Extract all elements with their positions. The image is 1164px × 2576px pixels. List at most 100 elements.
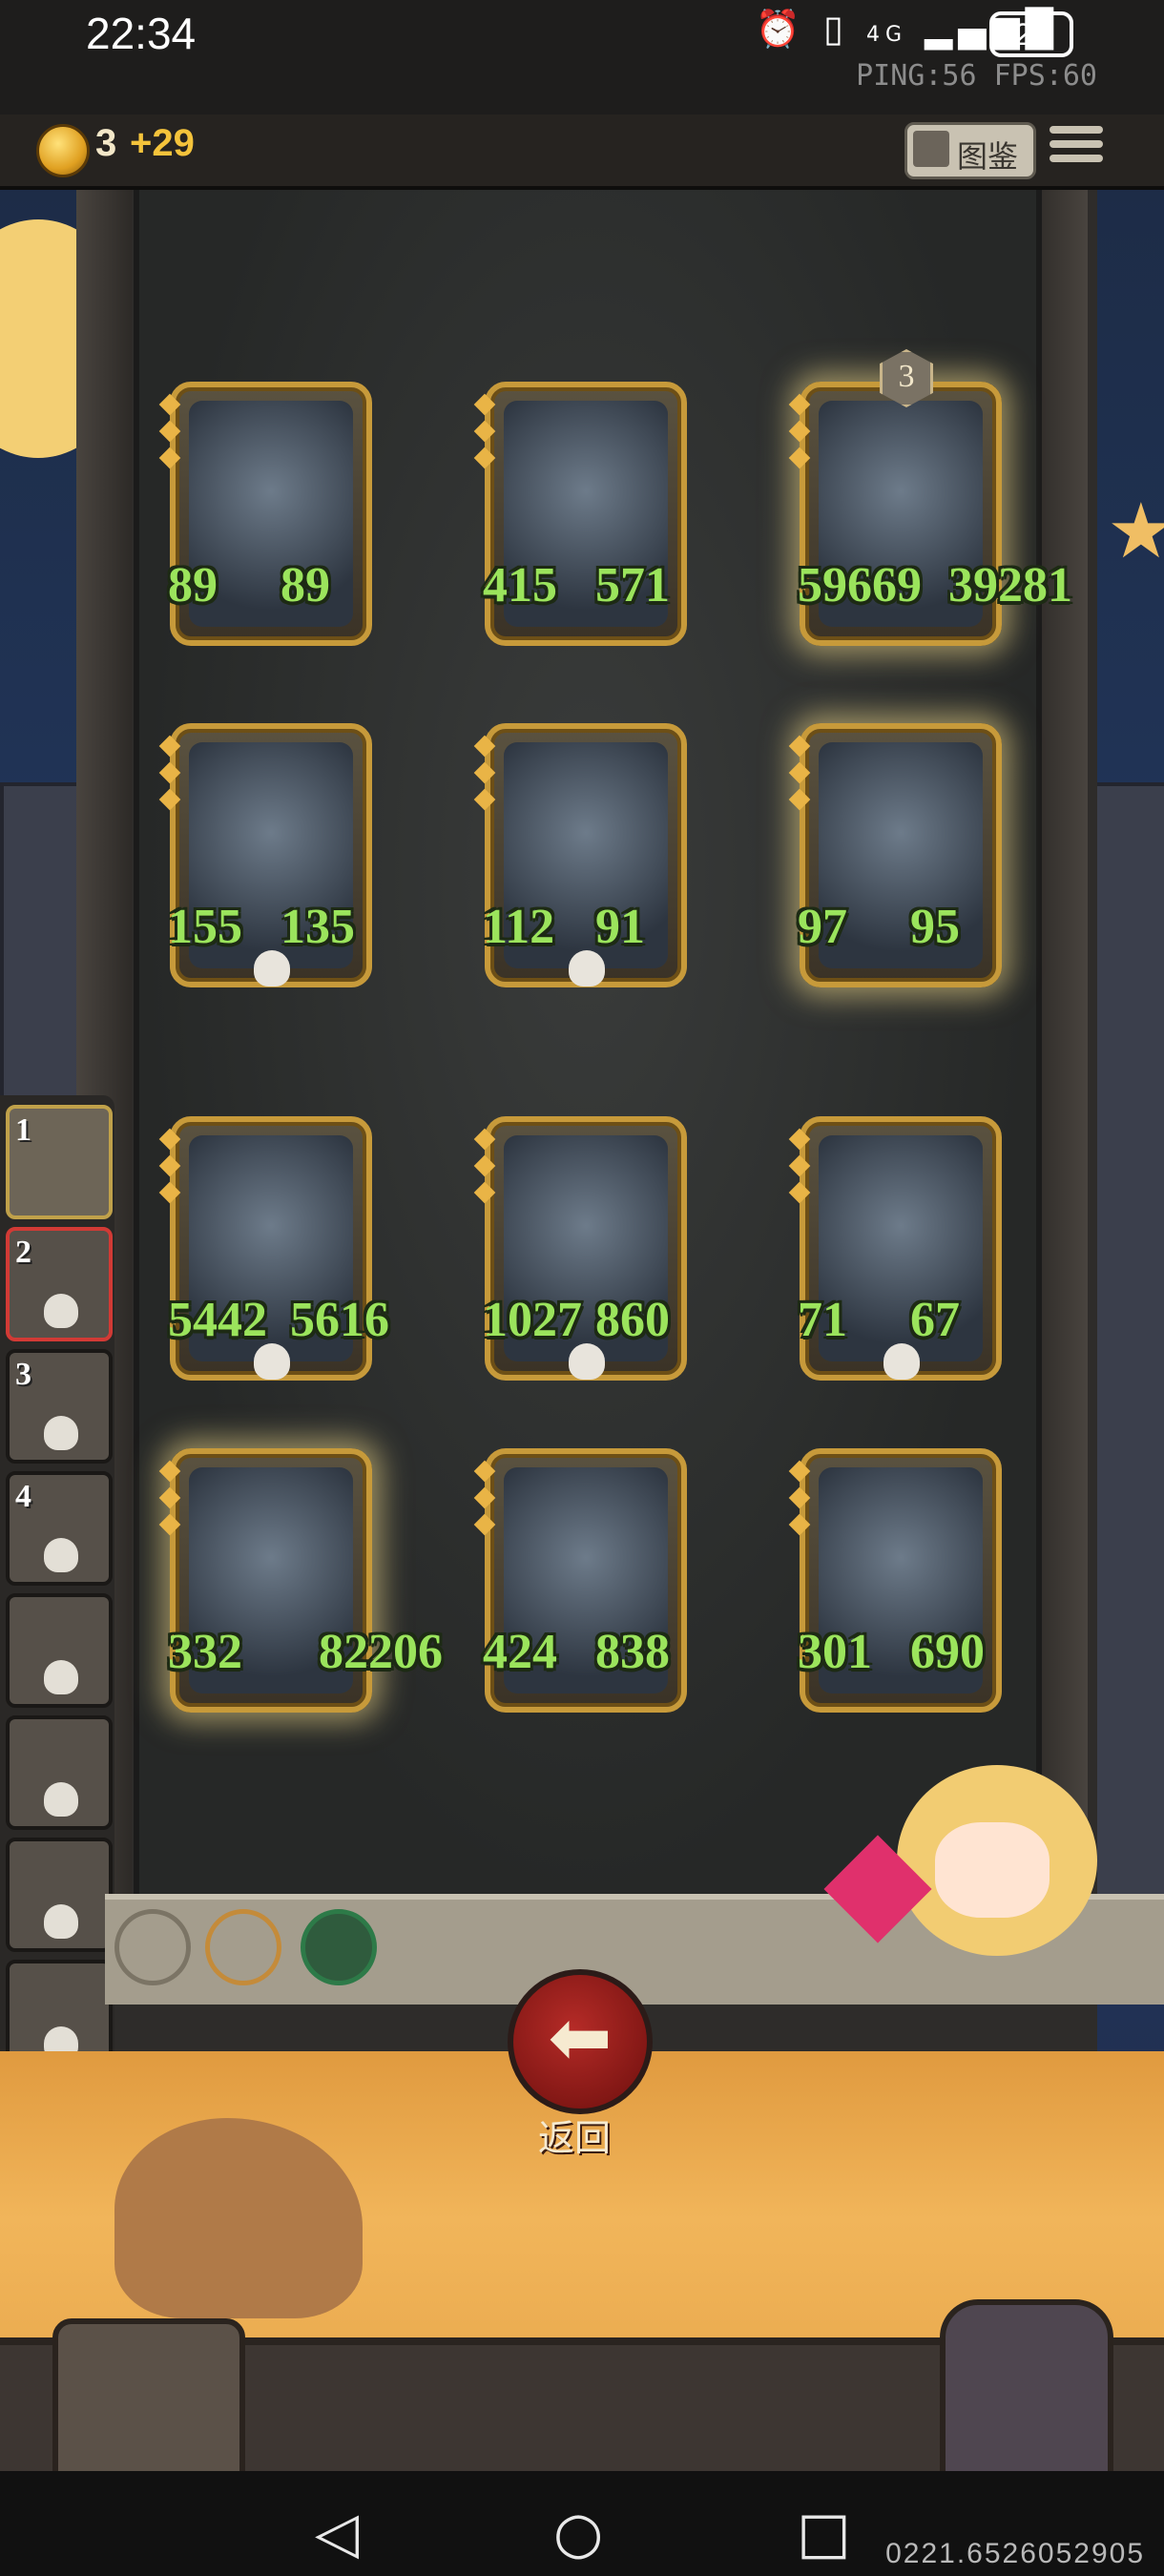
minion-card[interactable]: 5442 5616 [158,1116,389,1381]
roster-slot[interactable]: 1 [6,1105,113,1219]
back-label[interactable]: 返回 [506,2109,643,2161]
minion-card[interactable]: 155 135 [158,723,372,987]
health-value: 82206 [319,1625,443,1679]
attack-value: 112 [483,900,555,954]
skull-icon [44,1416,78,1450]
skull-icon [44,1782,78,1817]
clock: 22:34 [86,9,197,58]
tier-pips [473,735,496,819]
tier-pips [158,735,181,819]
nav-back-icon[interactable]: ◁ [315,2504,359,2562]
ping-label: PING:56 [856,59,977,93]
bronze-ring-icon[interactable] [205,1909,281,1985]
hamburger-icon [1050,126,1103,134]
tier-pips [158,1128,181,1212]
skull-icon [44,1538,78,1572]
attack-value: 155 [168,900,242,954]
health-value: 135 [281,900,355,954]
roster-slot[interactable] [6,1593,113,1708]
skull-icon [569,950,605,987]
minion-card[interactable]: 97 95 [788,723,1002,987]
network-label: 4G [865,23,907,47]
health-value: 860 [595,1293,670,1347]
attack-value: 59669 [798,558,922,613]
tier-pips [788,1460,811,1544]
collection-button[interactable]: 图鉴 [904,122,1036,179]
nav-recent-icon[interactable]: □ [797,2504,851,2562]
tier-pips [473,1128,496,1212]
battery-indicator: 28 [989,11,1073,57]
tier-pips [473,393,496,477]
attack-value: 97 [798,900,847,954]
tier-pips [158,393,181,477]
slot-number: 3 [15,1357,31,1392]
minion-card[interactable]: 112 91 [473,723,687,987]
rose-emblem-icon[interactable] [114,1909,191,1985]
arrow-left-icon: ⬅ [548,1993,613,2082]
attack-value: 301 [798,1625,872,1679]
health-value: 95 [910,900,960,954]
nav-home-icon[interactable]: ○ [553,2504,603,2562]
roster-slot[interactable] [6,1838,113,1952]
green-hex-nut-icon[interactable] [301,1909,377,1985]
health-value: 571 [595,558,670,613]
skull-icon [44,1660,78,1694]
skull-icon [44,1294,78,1328]
net-stats: PING:56 FPS:60 [856,59,1097,93]
minion-card[interactable]: 415 571 [473,382,687,646]
skull-icon [569,1343,605,1380]
attack-value: 1027 [483,1293,582,1347]
tier-pips [788,1128,811,1212]
skull-icon [883,1343,920,1380]
attack-value: 71 [798,1293,847,1347]
roster-slot[interactable] [6,1715,113,1830]
menu-button[interactable] [1050,126,1103,172]
health-value: 91 [595,900,645,954]
build-id: 0221.6526052905 [885,2538,1145,2569]
skull-icon [254,950,290,987]
slot-number: 4 [15,1479,31,1514]
roster-slot[interactable]: 4 [6,1471,113,1586]
health-value: 838 [595,1625,670,1679]
collection-label: 图鉴 [957,138,1019,175]
vibrate-icon: ▯ [822,8,849,50]
skull-icon [254,1343,290,1380]
coin-bonus: +29 [130,122,195,164]
attack-value: 5442 [168,1293,267,1347]
attack-value: 332 [168,1625,242,1679]
opponent-roster: 1 2 3 4 [0,1095,114,2092]
tier-pips [158,1460,181,1544]
minion-card[interactable]: 71 67 [788,1116,1002,1381]
minion-card[interactable]: 332 82206 [158,1448,443,1713]
health-value: 67 [910,1293,960,1347]
book-icon [913,131,949,167]
minion-card[interactable]: 424 838 [473,1448,687,1713]
tier-pips [788,735,811,819]
star-decoration: ★ [1107,487,1164,575]
attack-value: 415 [483,558,557,613]
status-bar: 22:34 ⏰ ▯ 4G ▂▄▆█ 28 PING:56 FPS:60 [0,0,1164,114]
health-value: 5616 [290,1293,389,1347]
roster-slot[interactable]: 2 [6,1227,113,1341]
minion-card[interactable]: 301 690 [788,1448,1002,1713]
slot-number: 1 [15,1112,31,1148]
alarm-icon: ⏰ [755,8,806,50]
attack-value: 89 [168,558,218,613]
minion-card[interactable]: 1027 860 [473,1116,687,1381]
roster-slot[interactable]: 3 [6,1349,113,1464]
minion-card[interactable]: 89 89 [158,382,372,646]
minion-card[interactable]: 3 59669 39281 [788,349,1072,646]
tier-pips [788,393,811,477]
slot-number: 2 [15,1235,31,1270]
coin-count: 3 [95,122,117,164]
tier-pips [473,1460,496,1544]
health-value: 89 [281,558,330,613]
skull-icon [44,1904,78,1939]
health-value: 690 [910,1625,985,1679]
top-bar: 3 +29 图鉴 [0,114,1164,190]
gold-coin-icon [36,124,90,177]
fps-label: FPS:60 [993,59,1097,93]
back-button[interactable]: ⬅ [508,1969,653,2114]
health-value: 39281 [948,558,1072,613]
attack-value: 424 [483,1625,557,1679]
